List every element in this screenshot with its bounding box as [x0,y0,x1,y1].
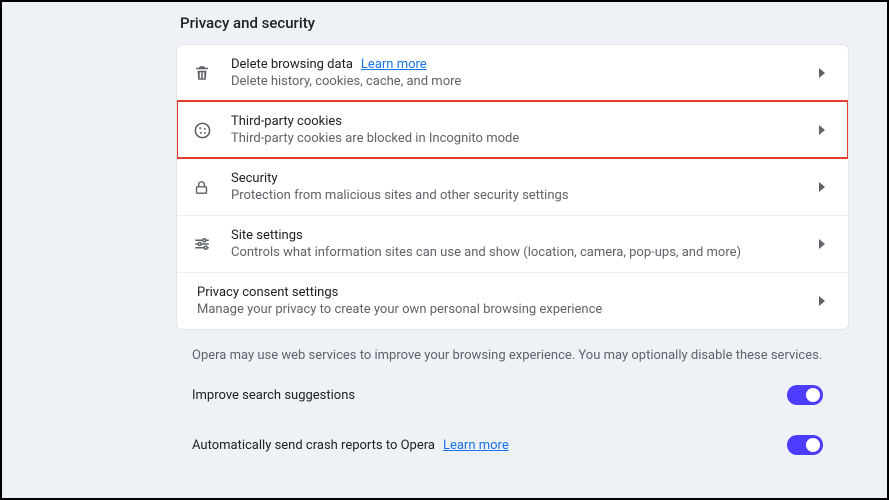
row-title: Delete browsing data [231,57,353,72]
trash-icon [193,64,231,82]
toggle-switch-search[interactable] [787,385,823,405]
lock-icon [193,179,231,196]
chevron-right-icon [808,239,826,249]
row-security[interactable]: Security Protection from malicious sites… [177,158,848,215]
row-title: Site settings [231,228,303,243]
row-subtitle: Controls what information sites can use … [231,245,808,260]
settings-card: Delete browsing data Learn more Delete h… [176,44,849,330]
row-title: Security [231,171,278,186]
row-privacy-consent[interactable]: Privacy consent settings Manage your pri… [177,272,848,329]
toggle-label: Improve search suggestions [192,388,355,403]
row-subtitle: Protection from malicious sites and othe… [231,188,808,203]
row-title: Privacy consent settings [197,285,338,300]
sliders-icon [193,235,231,253]
toggle-label: Automatically send crash reports to Oper… [192,438,435,453]
row-subtitle: Third-party cookies are blocked in Incog… [231,131,808,146]
chevron-right-icon [808,182,826,192]
learn-more-link[interactable]: Learn more [361,57,427,72]
cookie-icon [193,121,231,140]
chevron-right-icon [808,125,826,135]
learn-more-link[interactable]: Learn more [443,438,509,453]
row-subtitle: Delete history, cookies, cache, and more [231,74,808,89]
toggle-row-search-suggestions: Improve search suggestions [176,369,849,421]
services-note: Opera may use web services to improve yo… [176,330,849,369]
row-delete-browsing-data[interactable]: Delete browsing data Learn more Delete h… [177,45,848,101]
row-subtitle: Manage your privacy to create your own p… [197,302,808,317]
section-title: Privacy and security [180,14,849,32]
row-site-settings[interactable]: Site settings Controls what information … [177,215,848,272]
row-third-party-cookies[interactable]: Third-party cookies Third-party cookies … [177,101,848,158]
toggle-switch-crash[interactable] [787,435,823,455]
toggle-row-crash-reports: Automatically send crash reports to Oper… [176,421,849,471]
chevron-right-icon [808,68,826,78]
chevron-right-icon [808,296,826,306]
row-title: Third-party cookies [231,114,342,129]
